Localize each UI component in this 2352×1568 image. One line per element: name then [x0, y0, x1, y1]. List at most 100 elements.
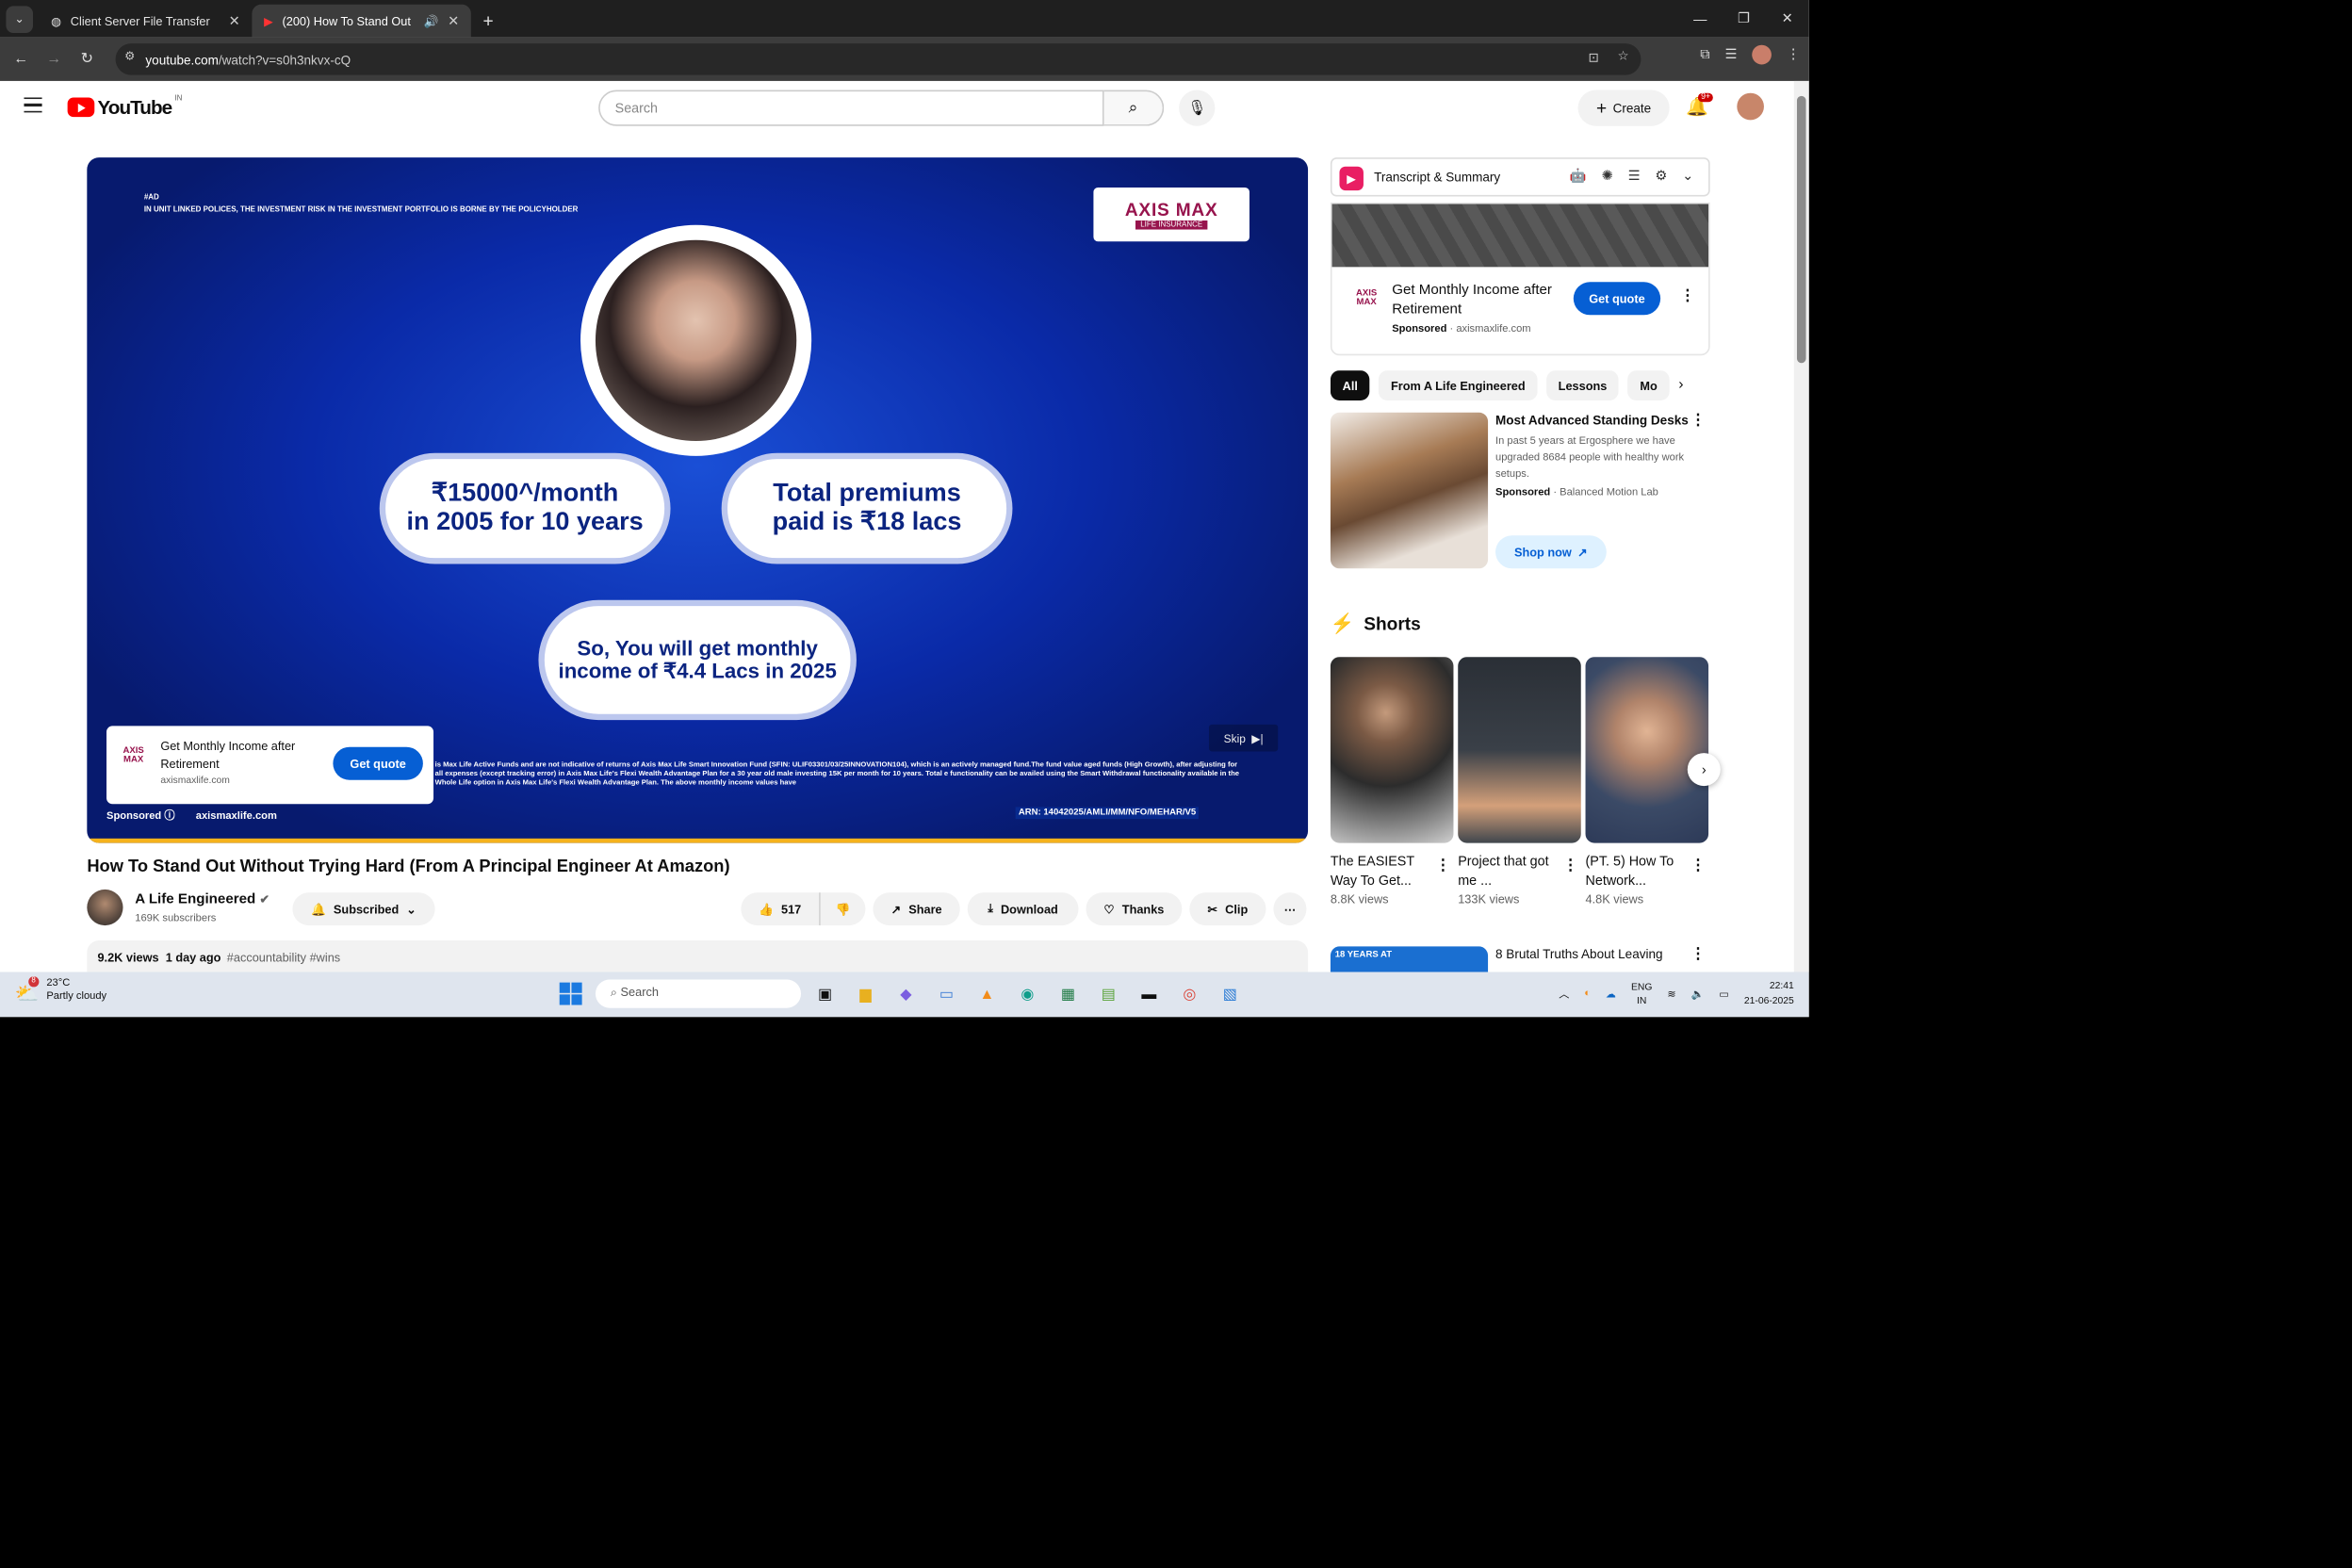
- tab-search-button[interactable]: ⌄: [6, 5, 34, 33]
- more-vertical-icon[interactable]: ⋮: [1563, 858, 1578, 875]
- app-tray-icon[interactable]: ◐: [1584, 988, 1591, 999]
- audio-playing-icon[interactable]: 🔊: [424, 14, 439, 27]
- channel-avatar[interactable]: [87, 889, 123, 926]
- tab-youtube[interactable]: ▶ (200) How To Stand Out Wi 🔊 ✕: [252, 4, 471, 38]
- minimize-icon[interactable]: —: [1678, 0, 1722, 38]
- info-icon[interactable]: ⓘ: [164, 811, 174, 822]
- tab-client-server[interactable]: ◍ Client Server File Transfer ✕: [39, 5, 252, 38]
- shop-now-button[interactable]: Shop now ↗: [1495, 535, 1607, 569]
- download-button[interactable]: ⤓ Download: [967, 892, 1079, 926]
- standing-desk-ad[interactable]: Most Advanced Standing Desks In past 5 y…: [1330, 412, 1710, 569]
- windows-start-icon[interactable]: [559, 982, 582, 1005]
- battery-icon[interactable]: ▭: [1719, 988, 1729, 1000]
- chip-all[interactable]: All: [1330, 370, 1370, 401]
- get-quote-button[interactable]: Get quote: [1573, 282, 1661, 316]
- wifi-icon[interactable]: ≋: [1667, 988, 1675, 1000]
- share-icon: ↗: [890, 902, 902, 916]
- robot-icon[interactable]: 🤖: [1570, 168, 1587, 185]
- volume-icon[interactable]: 🔈: [1691, 988, 1705, 1000]
- short-item[interactable]: Project that got me ... 133K views ⋮: [1458, 657, 1581, 906]
- chrome-icon[interactable]: ◎: [1174, 979, 1204, 1009]
- chip-from-channel[interactable]: From A Life Engineered: [1379, 370, 1538, 401]
- close-tab-icon[interactable]: ✕: [448, 13, 459, 30]
- terminal-icon[interactable]: ▬: [1134, 979, 1164, 1009]
- search-input[interactable]: Search: [598, 90, 1104, 126]
- channel-name[interactable]: A Life Engineered ✔: [135, 891, 270, 908]
- short-views: 8.8K views: [1330, 892, 1389, 906]
- excel-icon[interactable]: ▦: [1053, 979, 1083, 1009]
- url-bar[interactable]: ⚙ youtube.com/watch?v=s0h3nkvx-cQ ⊡ ☆: [115, 43, 1642, 75]
- transcript-extension-bar[interactable]: ▶ Transcript & Summary 🤖 ✺ ☰ ⚙ ⌄: [1330, 157, 1710, 197]
- short-item[interactable]: The EASIEST Way To Get... 8.8K views ⋮: [1330, 657, 1454, 906]
- media-control-icon[interactable]: ☰: [1724, 46, 1737, 63]
- onedrive-icon[interactable]: ☁: [1606, 988, 1616, 1000]
- bookmark-star-icon[interactable]: ☆: [1618, 48, 1629, 65]
- get-quote-button[interactable]: Get quote: [333, 746, 423, 780]
- share-button[interactable]: ↗ Share: [873, 892, 960, 926]
- file-explorer-icon[interactable]: ▆: [851, 979, 881, 1009]
- search-button[interactable]: ⌕: [1103, 90, 1165, 126]
- extensions-icon[interactable]: ⧉: [1700, 46, 1709, 63]
- chevron-down-icon[interactable]: ⌄: [1682, 168, 1693, 185]
- show-hidden-icon[interactable]: ︿: [1559, 987, 1569, 1002]
- chevron-right-icon[interactable]: ›: [1678, 377, 1683, 394]
- country-code: IN: [174, 93, 183, 104]
- install-app-icon[interactable]: ⊡: [1589, 50, 1599, 67]
- create-button[interactable]: + Create: [1577, 90, 1670, 126]
- account-avatar[interactable]: [1737, 92, 1764, 121]
- chip-lessons[interactable]: Lessons: [1545, 370, 1620, 401]
- reload-icon[interactable]: ↻: [71, 51, 104, 68]
- subscribed-button[interactable]: 🔔 Subscribed ⌄: [292, 892, 435, 926]
- task-view-icon[interactable]: ▣: [810, 979, 841, 1009]
- hashtags[interactable]: #accountability #wins: [227, 951, 340, 964]
- more-vertical-icon[interactable]: ⋮: [1435, 858, 1450, 875]
- edge-icon[interactable]: ◉: [1012, 979, 1042, 1009]
- restore-icon[interactable]: ❐: [1722, 0, 1765, 38]
- skip-ad-button[interactable]: Skip ▶|: [1208, 724, 1279, 752]
- next-video-title: 8 Brutal Truths About Leaving: [1495, 946, 1663, 962]
- profile-avatar-icon[interactable]: [1752, 44, 1772, 65]
- dislike-button[interactable]: 👎: [819, 892, 866, 926]
- office-app-icon[interactable]: ▲: [972, 979, 1002, 1009]
- youtube-logo[interactable]: YouTube IN: [67, 93, 183, 119]
- hamburger-menu-icon[interactable]: [24, 97, 42, 113]
- short-item[interactable]: (PT. 5) How To Network... 4.8K views ⋮: [1585, 657, 1709, 906]
- close-tab-icon[interactable]: ✕: [229, 13, 240, 30]
- openai-icon[interactable]: ✺: [1602, 168, 1613, 185]
- more-actions-button[interactable]: ⋯: [1273, 892, 1307, 926]
- close-window-icon[interactable]: ✕: [1766, 0, 1809, 38]
- page-scrollbar[interactable]: [1793, 80, 1809, 972]
- more-vertical-icon[interactable]: ⋮: [1690, 858, 1706, 875]
- chip-more[interactable]: Mo: [1627, 370, 1670, 401]
- chart-app-icon[interactable]: ▤: [1093, 979, 1123, 1009]
- ad-progress-bar[interactable]: [87, 838, 1309, 843]
- video-player[interactable]: #AD IN UNIT LINKED POLICES, THE INVESTME…: [87, 157, 1309, 843]
- more-vertical-icon[interactable]: ⋮: [1690, 413, 1706, 430]
- like-button[interactable]: 👍 517: [741, 892, 820, 926]
- voice-search-button[interactable]: 🎙: [1179, 90, 1216, 126]
- taskbar-search[interactable]: ⌕ Search: [595, 979, 802, 1008]
- more-vertical-icon[interactable]: ⋮: [1690, 946, 1706, 963]
- copilot-icon[interactable]: ◆: [891, 979, 922, 1009]
- site-info-icon[interactable]: ⚙: [124, 50, 135, 63]
- new-tab-button[interactable]: +: [471, 5, 506, 38]
- sidebar-ad-card[interactable]: AXIS MAX Get Monthly Income after Retire…: [1330, 202, 1710, 356]
- ad-overlay-card[interactable]: AXIS MAX Get Monthly Income after Retire…: [106, 726, 434, 805]
- scrollbar-thumb[interactable]: [1796, 95, 1806, 364]
- clip-button[interactable]: ✂ Clip: [1189, 892, 1266, 926]
- thanks-button[interactable]: ♡ Thanks: [1086, 892, 1183, 926]
- weather-widget[interactable]: ⛅ 8 23°C Partly cloudy: [15, 976, 106, 1005]
- back-icon[interactable]: ←: [5, 51, 38, 68]
- language-indicator[interactable]: ENG IN: [1631, 980, 1652, 1007]
- window-app-icon[interactable]: ▭: [932, 979, 962, 1009]
- windows-taskbar: ⛅ 8 23°C Partly cloudy ⌕ Search ▣ ▆ ◆ ▭ …: [0, 972, 1809, 1018]
- photos-icon[interactable]: ▧: [1215, 979, 1245, 1009]
- browser-menu-icon[interactable]: ⋮: [1787, 46, 1800, 63]
- forward-icon[interactable]: →: [38, 51, 71, 68]
- settings-gear-icon[interactable]: ⚙: [1655, 168, 1667, 185]
- clock[interactable]: 22:41 21-06-2025: [1744, 979, 1794, 1008]
- sponsored-domain[interactable]: axismaxlife.com: [196, 811, 277, 822]
- more-vertical-icon[interactable]: ⋮: [1680, 288, 1695, 305]
- transcript-icon[interactable]: ☰: [1628, 168, 1641, 185]
- shorts-next-button[interactable]: ›: [1687, 753, 1721, 787]
